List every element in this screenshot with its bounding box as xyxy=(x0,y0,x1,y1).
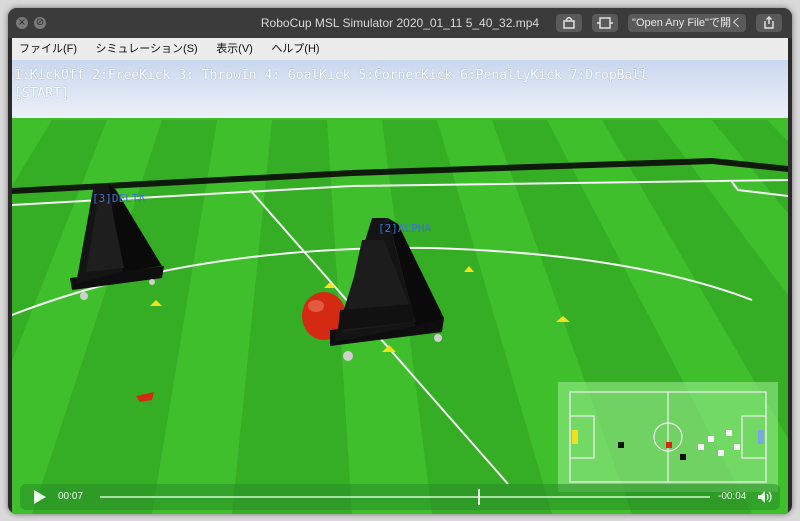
menu-simulation[interactable]: シミュレーション(S) xyxy=(89,38,205,60)
trim-icon xyxy=(597,17,613,29)
command-help-text: 1:KickOff 2:FreeKick 3: ThrowIn 4: GoalK… xyxy=(14,68,648,83)
share-button[interactable] xyxy=(756,14,782,32)
timeline-playhead[interactable] xyxy=(478,489,481,505)
play-icon[interactable] xyxy=(34,490,46,504)
menu-file[interactable]: ファイル(F) xyxy=(12,38,84,60)
simulation-viewport[interactable]: 1:KickOff 2:FreeKick 3: ThrowIn 4: GoalK… xyxy=(12,60,788,514)
menu-help[interactable]: ヘルプ(H) xyxy=(264,38,326,60)
remaining-time: -00:04 xyxy=(718,491,747,502)
open-any-file-button[interactable]: "Open Any File"で開く xyxy=(628,14,746,32)
robot-label-alpha: [2]ALPHA xyxy=(378,222,431,235)
timeline-scrubber[interactable] xyxy=(100,496,710,498)
elapsed-time: 00:07 xyxy=(58,491,84,502)
title-bar: × ⊘ RoboCup MSL Simulator 2020_01_11 5_4… xyxy=(8,8,792,38)
rotate-icon xyxy=(563,16,575,29)
close-icon[interactable]: × xyxy=(16,17,28,29)
sim-status-text: [START] xyxy=(14,86,69,101)
playback-controls: 00:07 -00:04 xyxy=(20,484,780,510)
menu-bar: ファイル(F) シミュレーション(S) 表示(V) ヘルプ(H) xyxy=(12,38,788,60)
menu-view[interactable]: 表示(V) xyxy=(209,38,260,60)
share-icon xyxy=(764,16,774,29)
share-screen-button[interactable] xyxy=(556,14,582,32)
player-window: × ⊘ RoboCup MSL Simulator 2020_01_11 5_4… xyxy=(8,8,792,514)
trim-button[interactable] xyxy=(592,14,618,32)
robot-label-delta: [3]DELTA xyxy=(92,192,145,205)
minimap xyxy=(558,382,778,492)
fullscreen-icon[interactable]: ⊘ xyxy=(34,17,46,29)
volume-icon[interactable] xyxy=(758,491,774,503)
